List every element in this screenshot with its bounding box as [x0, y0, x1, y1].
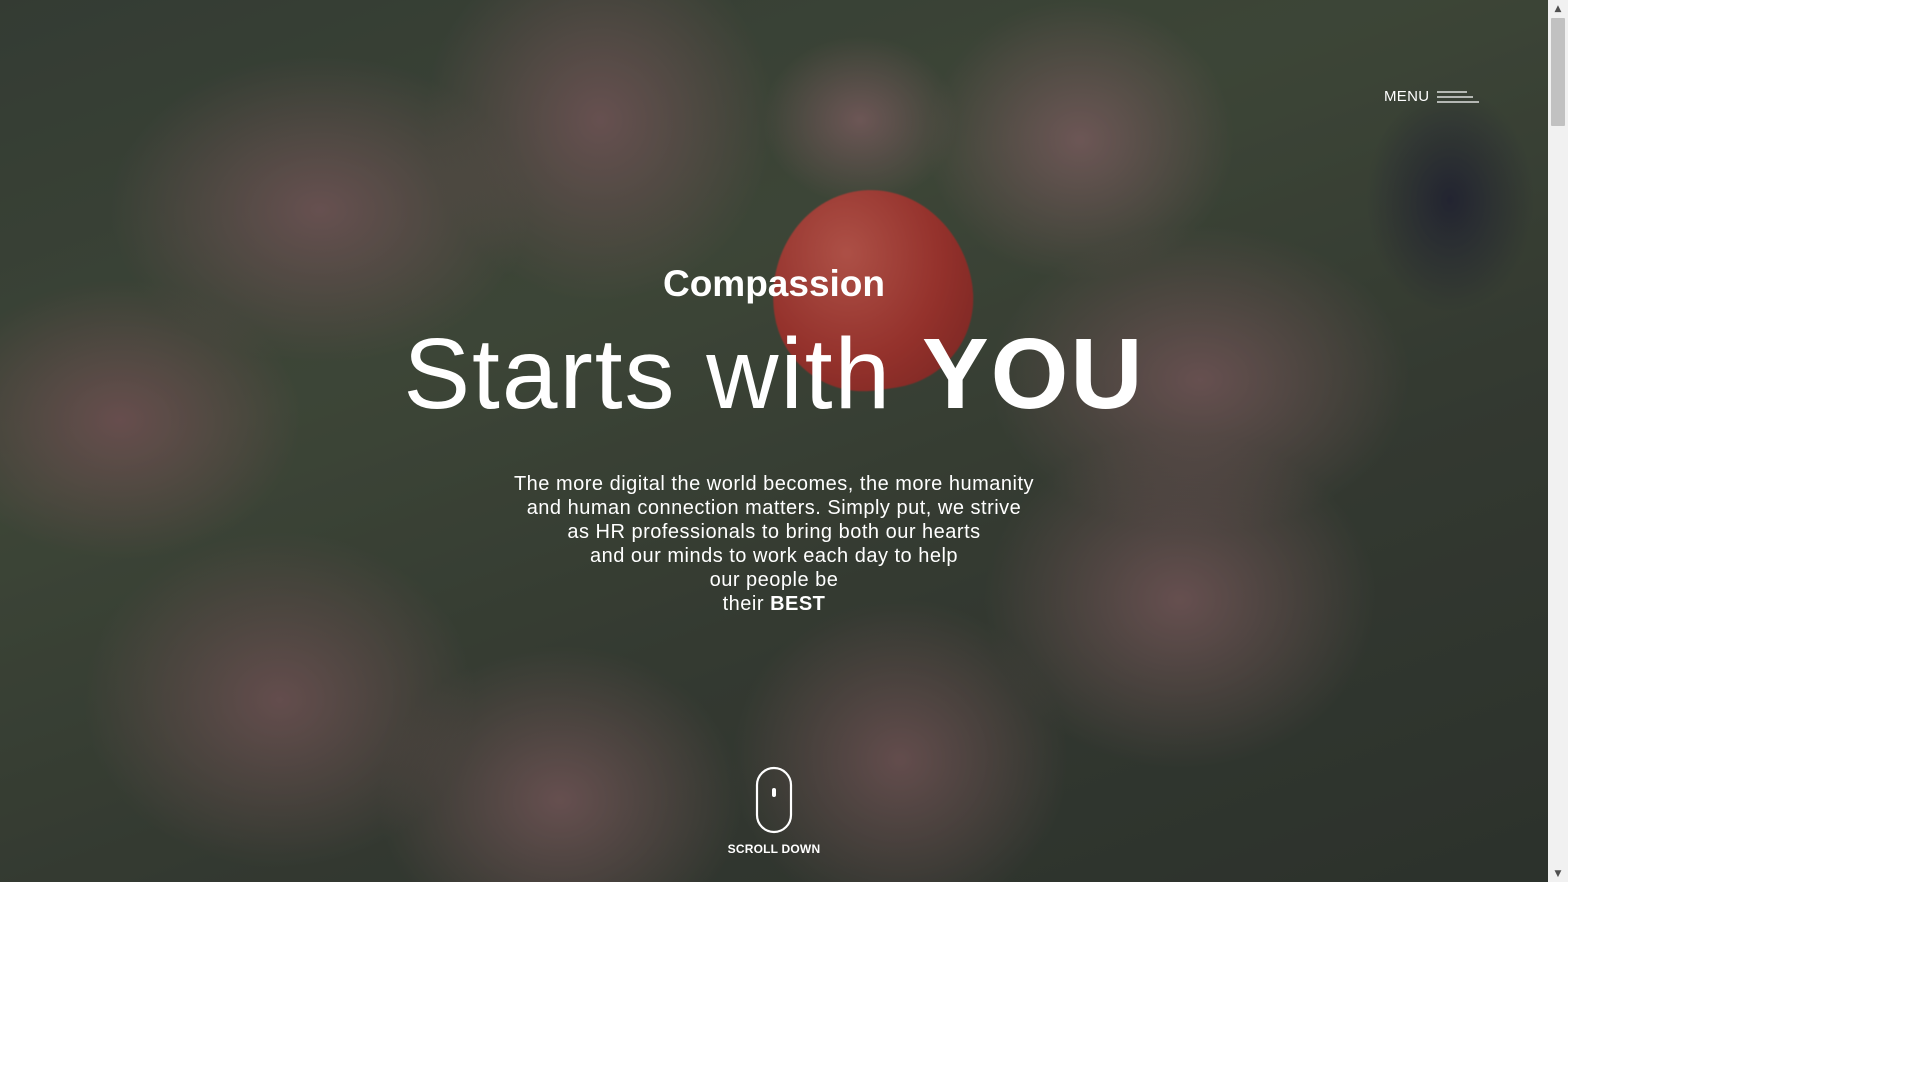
- headline-strong-text: YOU: [921, 318, 1145, 430]
- hero-headline: Starts with YOU: [0, 314, 1548, 434]
- body-line: our people be: [709, 569, 839, 591]
- scroll-down-label: SCROLL DOWN: [727, 842, 821, 856]
- body-line: and our minds to work each day to help: [589, 545, 959, 567]
- body-last-prefix: their: [722, 593, 764, 615]
- body-last-strong: BEST: [770, 593, 826, 615]
- hero-body-text: The more digital the world becomes, the …: [464, 472, 1084, 616]
- body-line: and human connection matters. Simply put…: [526, 497, 1022, 519]
- mouse-scroll-icon: [755, 766, 793, 834]
- page-viewport: MENU Compassion Starts with YOU The more…: [0, 0, 1568, 882]
- hero-text-block: Compassion Starts with YOU The more digi…: [0, 258, 1548, 616]
- scroll-up-arrow-icon[interactable]: ▲: [1548, 0, 1568, 17]
- body-line-last: their BEST: [464, 592, 1084, 616]
- hero-subtitle: Compassion: [662, 263, 886, 304]
- scroll-down-arrow-icon[interactable]: ▼: [1548, 865, 1568, 882]
- body-line: as HR professionals to bring both our he…: [567, 521, 981, 543]
- menu-button[interactable]: MENU: [1384, 88, 1480, 105]
- scroll-down-button[interactable]: SCROLL DOWN: [724, 766, 824, 856]
- headline-light-text: Starts with: [403, 318, 893, 430]
- menu-label: MENU: [1384, 88, 1430, 105]
- body-line: The more digital the world becomes, the …: [513, 473, 1035, 495]
- hamburger-menu-icon: [1437, 90, 1480, 103]
- vertical-scrollbar[interactable]: ▲ ▼: [1548, 0, 1568, 882]
- scrollbar-thumb[interactable]: [1551, 18, 1565, 126]
